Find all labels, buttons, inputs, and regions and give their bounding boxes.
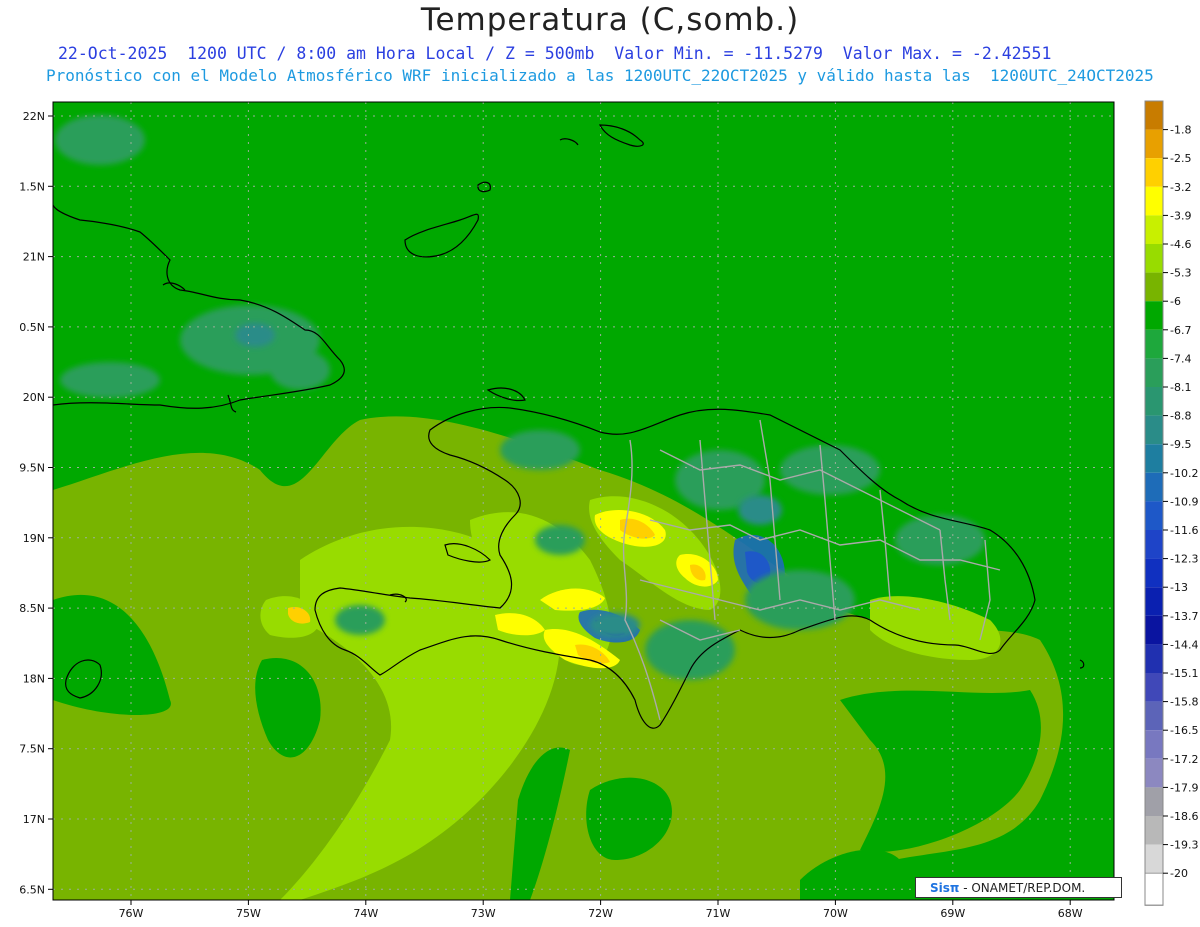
colorbar-swatch: [1145, 758, 1163, 788]
lon-tick-label: 71W: [706, 907, 731, 920]
colorbar-swatch: [1145, 129, 1163, 159]
lat-tick-label: 8.5N: [19, 602, 45, 615]
colorbar-label: -12.3: [1170, 553, 1198, 566]
colorbar-swatch: [1145, 101, 1163, 130]
colorbar-swatch: [1145, 701, 1163, 731]
lon-tick-label: 75W: [236, 907, 261, 920]
longitude-labels: 76W 75W 74W 73W 72W 71W 70W 69W 68W: [119, 900, 1083, 920]
colorbar: -1.8 -2.5 -3.2 -3.9 -4.6 -5.3 -6 -6.7 -7.4 -8.1 -8…: [1144, 100, 1198, 906]
colorbar-swatch: [1145, 186, 1163, 216]
lat-tick-label: 7.5N: [19, 743, 45, 756]
lon-tick-label: 74W: [353, 907, 378, 920]
lat-tick-label: 6.5N: [19, 883, 45, 896]
colorbar-label: -2.5: [1170, 152, 1191, 165]
colorbar-swatch: [1145, 415, 1163, 445]
colorbar-swatch: [1145, 501, 1163, 530]
lon-tick-label: 73W: [471, 907, 496, 920]
colorbar-label: -15.8: [1170, 696, 1198, 709]
colorbar-label: -11.6: [1170, 524, 1198, 537]
colorbar-swatch: [1145, 673, 1163, 702]
lat-tick-label: 22N: [23, 110, 45, 123]
credit-brand: Sisπ: [930, 881, 960, 895]
lat-tick-label: 21N: [23, 251, 45, 264]
lat-tick-label: 0.5N: [19, 321, 45, 334]
colorbar-label: -18.6: [1170, 810, 1198, 823]
temperature-field: [53, 102, 1114, 900]
colorbar-swatch: [1145, 787, 1163, 816]
colorbar-label: -7.4: [1170, 352, 1191, 365]
colorbar-label: -4.6: [1170, 238, 1191, 251]
colorbar-swatch: [1145, 215, 1163, 244]
lon-tick-label: 70W: [823, 907, 848, 920]
colorbar-swatch: [1145, 358, 1163, 387]
lat-tick-label: 18N: [23, 672, 45, 685]
colorbar-label: -13: [1170, 581, 1188, 594]
colorbar-swatch: [1145, 644, 1163, 673]
colorbar-swatch: [1145, 558, 1163, 588]
colorbar-swatch: [1145, 844, 1163, 874]
colorbar-label: -10.9: [1170, 495, 1198, 508]
colorbar-label: -8.1: [1170, 381, 1191, 394]
lon-tick-label: 69W: [940, 907, 965, 920]
colorbar-label: -20: [1170, 867, 1188, 880]
colorbar-swatch: [1145, 244, 1163, 273]
lat-tick-label: 1.5N: [19, 180, 45, 193]
colorbar-label: -1.8: [1170, 124, 1191, 137]
colorbar-swatch: [1145, 329, 1163, 359]
colorbar-swatch: [1145, 530, 1163, 559]
colorbar-label: -6: [1170, 295, 1181, 308]
colorbar-swatch: [1145, 301, 1163, 330]
colorbar-swatch: [1145, 158, 1163, 187]
colorbar-swatch: [1145, 816, 1163, 845]
colorbar-swatch: [1145, 472, 1163, 502]
lon-tick-label: 72W: [588, 907, 613, 920]
credit-box: Sisπ - ONAMET/REP.DOM.: [915, 877, 1122, 898]
colorbar-label: -14.4: [1170, 638, 1198, 651]
lon-tick-label: 68W: [1058, 907, 1083, 920]
colorbar-label: -16.5: [1170, 724, 1198, 737]
colorbar-swatch: [1145, 387, 1163, 416]
colorbar-label: -15.1: [1170, 667, 1198, 680]
lon-tick-label: 76W: [119, 907, 144, 920]
colorbar-swatch: [1145, 272, 1163, 302]
colorbar-label: -17.2: [1170, 753, 1198, 766]
credit-text: - ONAMET/REP.DOM.: [959, 881, 1086, 895]
colorbar-label: -3.9: [1170, 209, 1191, 222]
colorbar-swatch: [1144, 872, 1164, 906]
colorbar-label: -9.5: [1170, 438, 1191, 451]
colorbar-label: -8.8: [1170, 410, 1191, 423]
colorbar-label: -13.7: [1170, 610, 1198, 623]
temperature-map: 22N 1.5N 21N 0.5N 20N 9.5N 19N 8.5N 18N 7.5N 17N 6.…: [19, 100, 1198, 920]
colorbar-swatch: [1145, 730, 1163, 759]
colorbar-label: -19.3: [1170, 839, 1198, 852]
colorbar-swatch: [1145, 444, 1163, 473]
colorbar-label: -10.2: [1170, 467, 1198, 480]
lat-tick-label: 9.5N: [19, 462, 45, 475]
colorbar-swatch: [1145, 587, 1163, 616]
colorbar-label: -6.7: [1170, 324, 1191, 337]
lat-tick-label: 17N: [23, 813, 45, 826]
colorbar-label: -5.3: [1170, 267, 1191, 280]
lat-tick-label: 19N: [23, 532, 45, 545]
colorbar-label: -3.2: [1170, 181, 1191, 194]
latitude-labels: 22N 1.5N 21N 0.5N 20N 9.5N 19N 8.5N 18N 7.5N 17N 6.…: [19, 110, 53, 896]
colorbar-swatch: [1145, 615, 1163, 645]
lat-tick-label: 20N: [23, 391, 45, 404]
colorbar-label: -17.9: [1170, 781, 1198, 794]
